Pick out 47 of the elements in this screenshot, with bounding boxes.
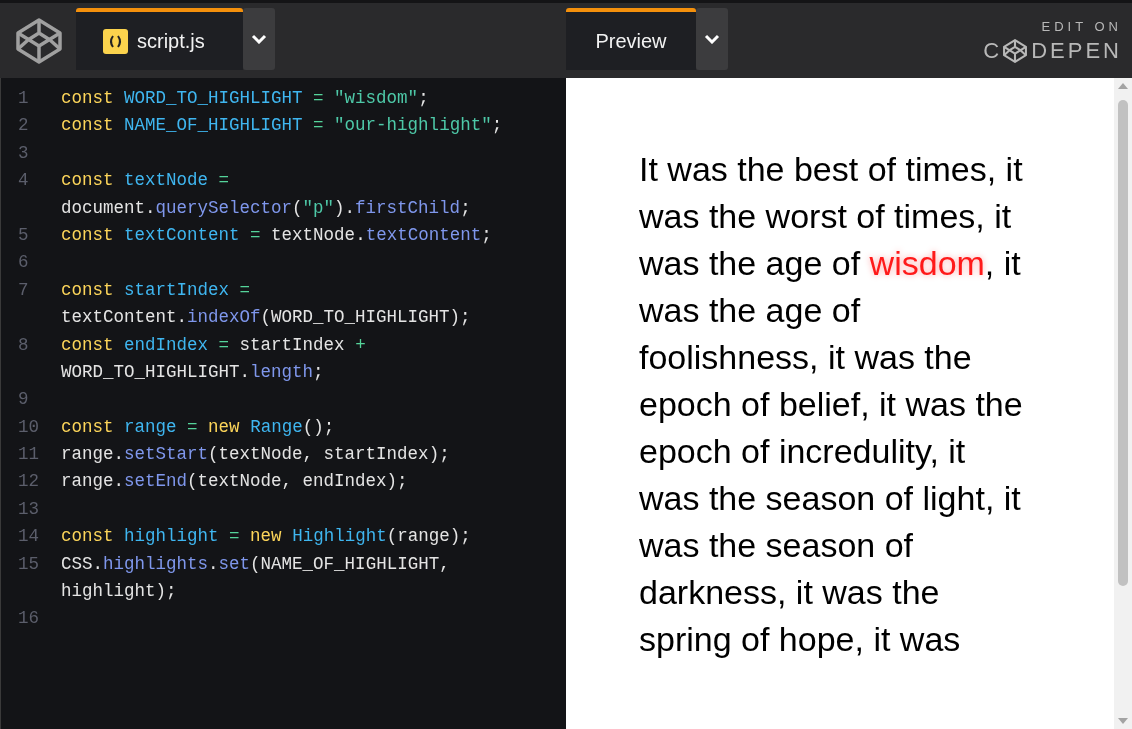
- chevron-down-icon: [251, 34, 267, 44]
- line-number: 4: [17, 169, 30, 193]
- line-number: 1: [17, 87, 30, 110]
- line-number: 13: [17, 497, 40, 521]
- code-line: const WORD_TO_HIGHLIGHT = "wisdom";: [61, 87, 429, 110]
- line-number: 16: [17, 607, 40, 631]
- code-line: const endIndex = startIndex +: [61, 333, 366, 357]
- edit-on-caption[interactable]: EDIT ON: [1041, 16, 1122, 37]
- line-number: 2: [17, 114, 30, 138]
- preview-tab[interactable]: Preview: [566, 8, 696, 70]
- scrollbar-track[interactable]: [1114, 78, 1132, 729]
- editor-tab[interactable]: script.js: [76, 8, 243, 70]
- code-line: WORD_TO_HIGHLIGHT.length;: [61, 360, 324, 384]
- line-number: 14: [17, 525, 40, 549]
- code-line: const highlight = new Highlight(range);: [61, 525, 471, 549]
- line-number: 10: [17, 415, 40, 439]
- line-number: 6: [17, 251, 30, 275]
- line-number: 15: [17, 552, 40, 576]
- tab-label: script.js: [137, 29, 205, 54]
- code-line: const startIndex =: [61, 278, 251, 302]
- wordmark-text[interactable]: DEPEN: [1031, 40, 1122, 63]
- code-line: document.querySelector("p").firstChild;: [61, 196, 471, 220]
- dropdown-button[interactable]: [696, 8, 728, 70]
- code-line: textContent.indexOf(WORD_TO_HIGHLIGHT);: [61, 306, 471, 330]
- code-line: const textNode =: [61, 169, 230, 193]
- line-number: 5: [17, 223, 30, 247]
- line-number: 7: [17, 278, 30, 302]
- wordmark-text[interactable]: C: [983, 40, 1003, 63]
- dropdown-button[interactable]: [243, 8, 275, 70]
- line-number: 9: [17, 388, 30, 412]
- code-line: const range = new Range();: [61, 415, 335, 439]
- code-line: CSS.highlights.set(NAME_OF_HIGHLIGHT,: [61, 552, 450, 576]
- line-number: 12: [17, 470, 40, 494]
- code-line: highlight);: [61, 580, 177, 604]
- cube-logo-icon[interactable]: [14, 15, 64, 66]
- code-line: range.setStart(textNode, startIndex);: [61, 443, 450, 467]
- preview-paragraph: It was the best of times, it was the worst of times, it was the age of wisdom, it was the age of foolishness, it was the epoch of belief, it was the epoch of incredulity, it was the season of light, it was the season of darkness, it was the spring of hope, it was: [639, 149, 1024, 660]
- chevron-down-icon: [704, 34, 720, 44]
- code-line: range.setEnd(textNode, endIndex);: [61, 470, 408, 494]
- code-line: const textContent = textNode.textContent;: [61, 223, 492, 247]
- cube-logo-icon[interactable]: [1002, 38, 1029, 65]
- line-number: 8: [17, 333, 30, 357]
- line-number: 11: [17, 443, 40, 467]
- line-number: 3: [17, 141, 30, 165]
- code-line: const NAME_OF_HIGHLIGHT = "our-highlight";: [61, 114, 503, 138]
- scrollbar-thumb[interactable]: [1118, 100, 1128, 586]
- curly-brace-file-icon: [103, 28, 128, 54]
